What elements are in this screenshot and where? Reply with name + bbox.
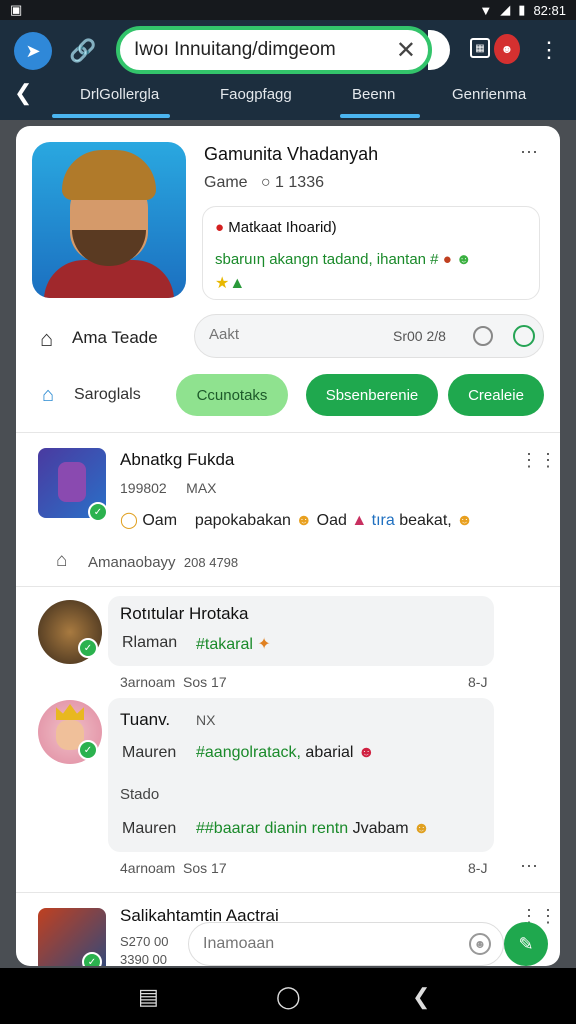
feed-label-3a: Mauren <box>122 744 177 761</box>
grin-emoji-icon: ☻ <box>295 512 313 529</box>
red-emoji-icon: ● <box>215 219 225 236</box>
tab-4[interactable]: Genrienma <box>452 86 526 103</box>
composer[interactable]: ☻ <box>188 922 504 966</box>
home-icon[interactable]: ⌂ <box>40 326 53 352</box>
status-bar: ▣ ▼ ◢ ▮ 82:81 <box>0 0 576 20</box>
composer-input[interactable] <box>203 935 443 953</box>
kiss-emoji-icon: ☻ <box>357 744 375 761</box>
post-title: Gamunita Vhadanyah <box>204 144 379 164</box>
url-input[interactable] <box>134 39 404 61</box>
signal-icon: ◢ <box>500 2 511 17</box>
pill-sbsenberenie[interactable]: Sbsenberenie <box>306 374 438 416</box>
feed-reply-2[interactable]: 8-J <box>468 674 487 690</box>
search-field[interactable]: Sr00 2/8 <box>194 314 544 358</box>
feed-badge-3: NX <box>196 712 216 728</box>
gallery-icon: ▣ <box>10 2 23 17</box>
verified-badge-icon: ✓ <box>78 638 98 658</box>
back-nav-icon[interactable]: ❮ <box>412 984 430 1010</box>
post-more-icon[interactable]: ⋯ <box>520 142 539 163</box>
profile-avatar[interactable]: ☻ <box>494 34 520 64</box>
feed-footer-1: Amanaobayy 208 4798 <box>88 554 239 571</box>
bow-emoji-icon: ✦ <box>257 636 271 653</box>
recents-icon[interactable]: ▤ <box>138 984 159 1010</box>
feed-tag-3a: #aangolratack, abarial ☻ <box>196 744 375 761</box>
pill-crealeie[interactable]: Crealeie <box>448 374 544 416</box>
feed-line-1: ◯ Oam papokabakan ☻ Oad ▲ tıra beakat, ☻ <box>120 512 474 529</box>
close-icon[interactable]: ✕ <box>396 36 416 65</box>
search-input[interactable] <box>209 326 369 343</box>
feed-name-2: Rotıtular Hrotaka <box>120 604 249 623</box>
divider <box>16 432 560 433</box>
home-nav-icon[interactable]: ◯ <box>276 984 301 1010</box>
feed-meta-4b: 3390 00 <box>120 952 167 966</box>
tab-3-underline <box>340 114 420 118</box>
house-small-icon: ⌂ <box>56 550 68 571</box>
link-icon[interactable]: 🔗 <box>68 36 98 66</box>
content-card: Gamunita Vhadanyah ⋯ Game ○ 1 1336 ● Mat… <box>16 126 560 966</box>
search-icon[interactable] <box>513 325 535 347</box>
wifi-icon: ▼ <box>479 2 493 18</box>
post-bubble: ● Matkaat Ihoarid) sbaruıη akangn tadand… <box>202 206 540 300</box>
feed-footer-2: 3arnoam Sos 17 <box>120 674 227 690</box>
history-icon[interactable] <box>473 326 493 346</box>
feed-more-icon-3[interactable]: ⋯ <box>520 856 539 877</box>
feed-label-2: Rlaman <box>122 634 178 651</box>
verified-badge-icon: ✓ <box>78 740 98 760</box>
clock-icon: ○ <box>260 174 271 191</box>
emoji-icon[interactable]: ☻ <box>469 933 491 955</box>
section-label: Saroglals <box>74 386 141 403</box>
feed-tag-3b: ##baarar dianin rentn Jvabam ☻ <box>196 820 430 837</box>
system-nav-bar: ▤ ◯ ❮ <box>0 968 576 1024</box>
feed-reply-3[interactable]: 8-J <box>468 860 487 876</box>
browser-toolbar: ➤ 🔗 ✕ ▦ ☻ ⋮ ❮ DrlGollergla Faogpfagg Bee… <box>0 20 576 120</box>
smiley-emoji-icon: ☻ <box>455 251 472 268</box>
game-avatar[interactable] <box>32 142 186 298</box>
verified-badge-icon: ✓ <box>88 502 108 522</box>
divider <box>16 892 560 893</box>
back-arrow-icon[interactable]: ❮ <box>14 80 32 106</box>
post-subtitle: Game ○ 1 1336 <box>204 174 324 191</box>
more-menu-icon[interactable]: ⋮ <box>538 36 560 64</box>
pill-ccunotaks[interactable]: Ccunotaks <box>176 374 288 416</box>
feed-name-1: Abnatkg Fukda <box>120 450 235 469</box>
feed-name-3: Tuanv. <box>120 710 171 729</box>
edit-fab-icon[interactable]: ✎ <box>504 922 548 966</box>
tabs-icon[interactable]: ▦ <box>470 38 490 58</box>
tab-2[interactable]: Faogpfagg <box>220 86 292 103</box>
verified-badge-icon: ✓ <box>82 952 102 966</box>
divider <box>16 586 560 587</box>
ball-emoji-icon: ● <box>442 251 452 268</box>
feed-more-icon-1[interactable]: ⋮⋮ <box>520 450 558 471</box>
flame-emoji-icon: ▲ <box>351 512 368 529</box>
bubble-line-2: sbaruıη akangn tadand, ihantan # ● ☻ <box>215 251 472 268</box>
sunglasses-emoji-icon: ☻ <box>413 820 430 837</box>
house-icon: ⌂ <box>42 384 55 406</box>
bubble-line-1: ● Matkaat Ihoarid) <box>215 219 337 236</box>
tab-1-underline <box>52 114 170 118</box>
app-logo-icon[interactable]: ➤ <box>14 32 52 70</box>
coin-icon: ◯ <box>120 512 138 529</box>
status-time: 82:81 <box>533 2 566 18</box>
feed-footer-3: 4arnoam Sos 17 <box>120 860 227 876</box>
feed-status-3: Stado <box>120 786 160 803</box>
url-bar[interactable]: ✕ <box>116 26 432 74</box>
feed-meta-4a: S270 00 <box>120 934 169 949</box>
search-count: Sr00 2/8 <box>393 328 446 344</box>
tab-1[interactable]: DrlGollergla <box>80 86 159 103</box>
star-emoji-icon: ★▲ <box>215 275 246 292</box>
feed-label-3b: Mauren <box>122 820 177 837</box>
feed-tag-2: #takaral ✦ <box>196 636 271 653</box>
home-label[interactable]: Ama Teade <box>72 328 158 348</box>
feed-meta-1: 199802 MAX <box>120 480 217 496</box>
smile-emoji-icon: ☻ <box>456 512 474 529</box>
tab-3[interactable]: Beenn <box>352 86 395 103</box>
battery-icon: ▮ <box>518 2 526 17</box>
